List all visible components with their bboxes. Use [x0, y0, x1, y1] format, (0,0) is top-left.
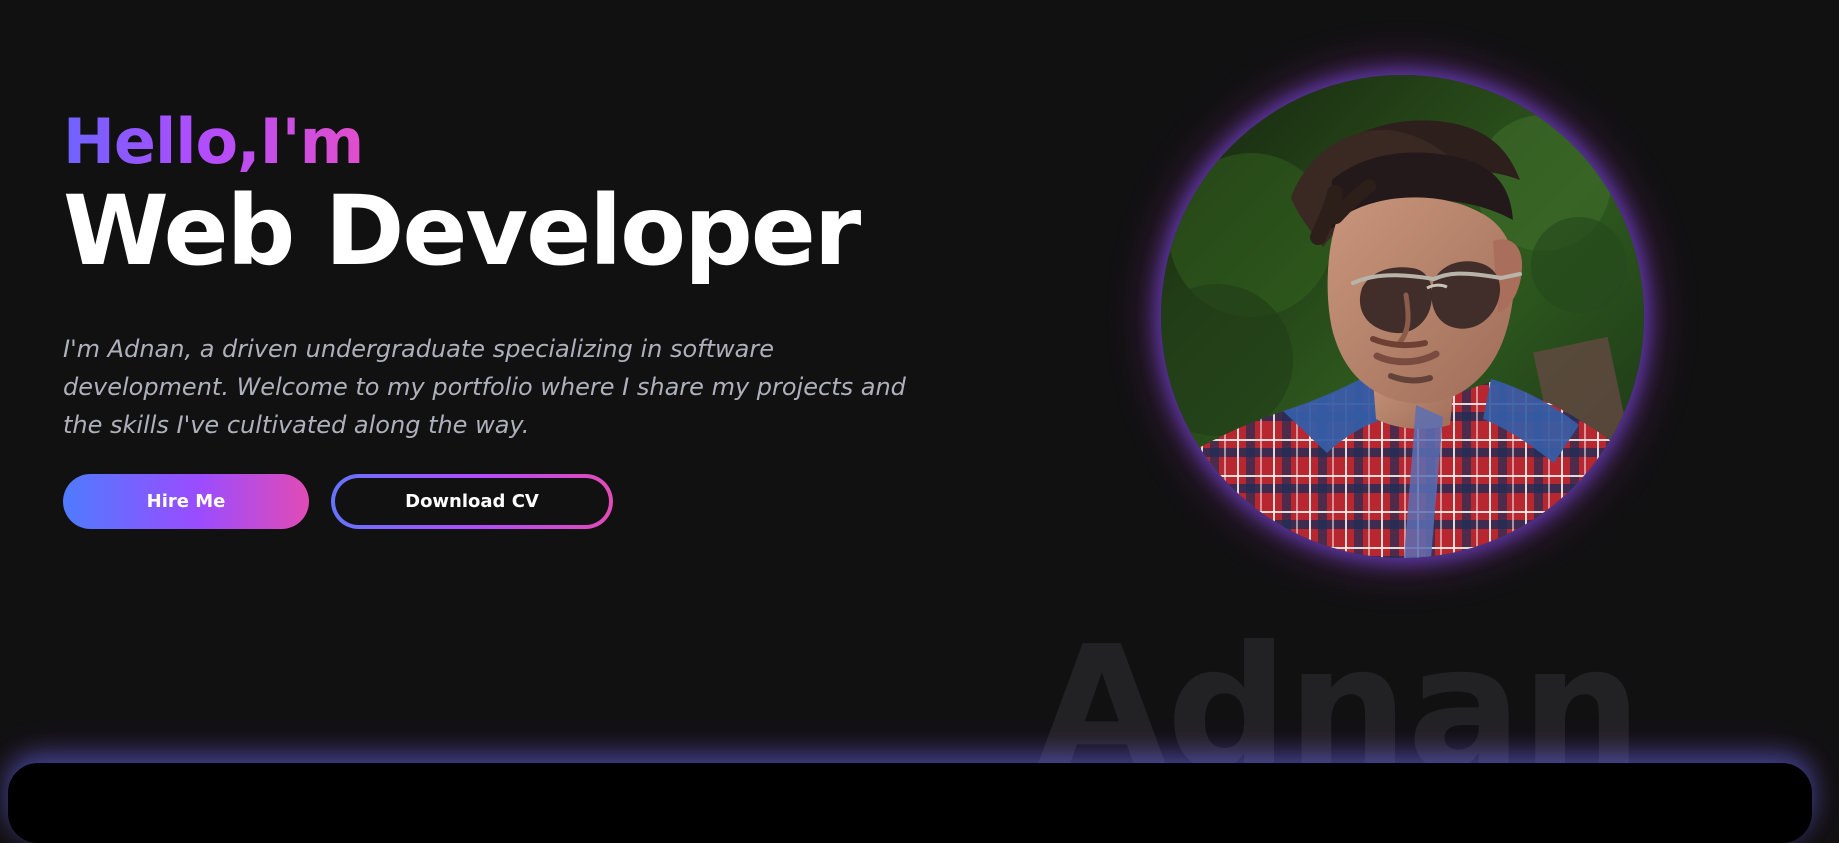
hero-greeting: Hello,I'm	[63, 105, 364, 178]
hire-me-button[interactable]: Hire Me	[63, 474, 309, 529]
hero-description: I'm Adnan, a driven undergraduate specia…	[63, 335, 906, 439]
bottom-panel	[8, 763, 1812, 843]
profile-photo-illustration	[1161, 75, 1644, 558]
profile-photo	[1161, 75, 1644, 558]
hero-buttons: Hire Me Download CV	[63, 474, 613, 529]
hero-section: Hello,I'm Web Developer I'm Adnan, a dri…	[0, 0, 1839, 843]
download-cv-button[interactable]: Download CV	[331, 474, 613, 529]
hero-title: Web Developer	[63, 175, 861, 287]
